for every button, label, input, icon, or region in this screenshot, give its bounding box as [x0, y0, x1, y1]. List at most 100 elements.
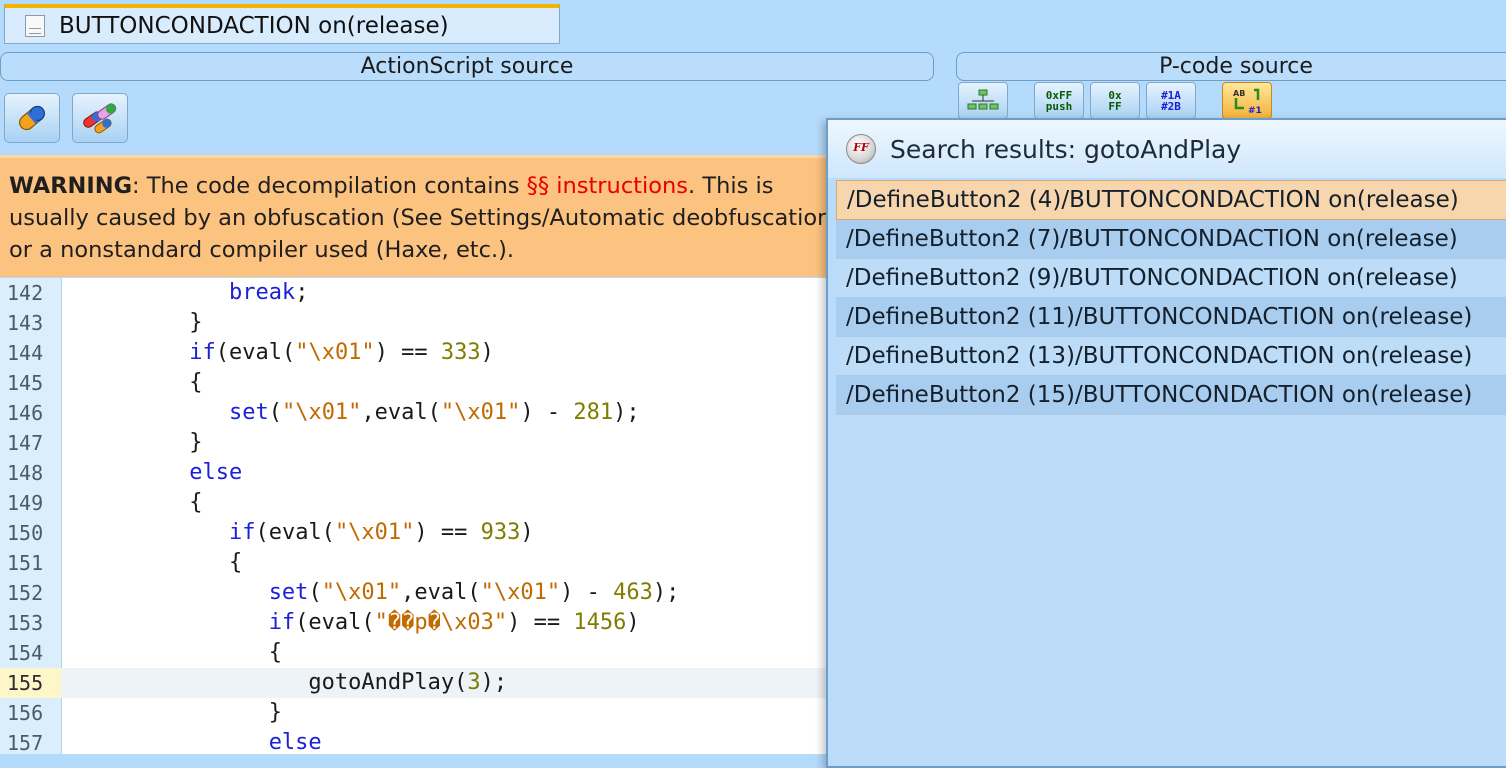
- line-number: 145: [7, 371, 44, 395]
- line-number: 142: [7, 281, 44, 305]
- line-number: 147: [7, 431, 44, 455]
- search-results-panel[interactable]: FF Search results: gotoAndPlay /DefineBu…: [826, 118, 1506, 768]
- code-token: );: [652, 580, 680, 605]
- code-line[interactable]: 147 }: [0, 428, 830, 458]
- code-token: if: [268, 610, 296, 635]
- code-token: "\x01": [281, 400, 362, 425]
- line-number: 153: [7, 611, 44, 635]
- line-number: 157: [7, 731, 44, 754]
- search-results-list[interactable]: /DefineButton2 (4)/BUTTONCONDACTION on(r…: [836, 180, 1506, 766]
- ffdec-logo-icon: FF: [846, 134, 876, 164]
- code-token: "\x01": [321, 580, 402, 605]
- code-line[interactable]: 148 else: [0, 458, 830, 488]
- code-line[interactable]: 150 if(eval("\x01") == 933): [0, 518, 830, 548]
- code-text: if(eval("��p�\x03") == 1456): [70, 608, 640, 638]
- code-token: 281: [573, 400, 614, 425]
- code-token: 333: [440, 340, 481, 365]
- code-text: }: [70, 308, 202, 338]
- code-line[interactable]: 154 {: [0, 638, 830, 668]
- hex-icon: 0x FF: [1108, 88, 1122, 113]
- code-line[interactable]: 155 gotoAndPlay(3);: [0, 668, 830, 698]
- code-token: "\x01": [295, 340, 375, 365]
- line-number: 151: [7, 551, 44, 575]
- code-text: else: [70, 458, 242, 488]
- line-number: 144: [7, 341, 44, 365]
- search-result-item[interactable]: /DefineButton2 (7)/BUTTONCONDACTION on(r…: [836, 220, 1506, 259]
- code-line[interactable]: 142 break;: [0, 278, 830, 308]
- push-hex-button[interactable]: 0xFF push: [1034, 82, 1084, 119]
- code-token: "��p�\x03": [374, 610, 508, 635]
- code-token: }: [189, 310, 203, 335]
- search-results-titlebar[interactable]: FF Search results: gotoAndPlay: [828, 120, 1506, 178]
- constants-button[interactable]: #1A #2B: [1146, 82, 1196, 119]
- document-tab[interactable]: BUTTONCONDACTION on(release): [4, 4, 560, 44]
- actionscript-source-header: ActionScript source: [0, 52, 934, 81]
- code-text: {: [70, 638, 282, 668]
- deobfuscation-options-button[interactable]: [72, 93, 128, 143]
- actionscript-editor[interactable]: 142 break; 143 } 144 if(eval("\x01") == 33…: [0, 278, 830, 754]
- code-token: ) -: [520, 400, 574, 425]
- code-line[interactable]: 146 set("\x01",eval("\x01") - 281);: [0, 398, 830, 428]
- resolve-constants-button[interactable]: AB #1: [1222, 82, 1272, 119]
- graph-button[interactable]: [958, 82, 1008, 119]
- code-text: {: [70, 548, 242, 578]
- code-token: 933: [480, 520, 521, 545]
- code-token: {: [228, 550, 243, 575]
- code-text: if(eval("\x01") == 933): [70, 518, 534, 548]
- hex-button[interactable]: 0x FF: [1090, 82, 1140, 119]
- search-result-item[interactable]: /DefineButton2 (11)/BUTTONCONDACTION on(…: [836, 298, 1506, 337]
- code-token: else: [189, 460, 243, 485]
- code-token: 463: [613, 580, 653, 605]
- svg-text:#1: #1: [1248, 106, 1262, 116]
- code-token: ;: [295, 280, 309, 305]
- code-token: (: [308, 580, 322, 605]
- code-token: else: [268, 730, 322, 754]
- search-result-item[interactable]: /DefineButton2 (15)/BUTTONCONDACTION on(…: [836, 376, 1506, 415]
- svg-text:AB: AB: [1233, 89, 1245, 98]
- warning-highlight: §§ instructions: [526, 173, 689, 199]
- code-text: {: [70, 368, 202, 398]
- code-line[interactable]: 156 }: [0, 698, 830, 728]
- code-token: (eval(: [215, 340, 296, 365]
- code-line[interactable]: 144 if(eval("\x01") == 333): [0, 338, 830, 368]
- pcode-source-header: P-code source: [956, 52, 1506, 81]
- code-line[interactable]: 152 set("\x01",eval("\x01") - 463);: [0, 578, 830, 608]
- code-line[interactable]: 145 {: [0, 368, 830, 398]
- code-line[interactable]: 143 }: [0, 308, 830, 338]
- code-token: {: [268, 640, 282, 665]
- code-line[interactable]: 149 {: [0, 488, 830, 518]
- search-result-item[interactable]: /DefineButton2 (9)/BUTTONCONDACTION on(r…: [836, 259, 1506, 298]
- code-token: ): [480, 340, 494, 365]
- code-text: {: [70, 488, 202, 518]
- code-token: }: [268, 700, 282, 725]
- deobfuscate-button[interactable]: [4, 93, 60, 143]
- code-token: 1456: [573, 610, 627, 635]
- code-text: else: [70, 728, 322, 754]
- code-token: );: [613, 400, 640, 425]
- code-line[interactable]: 157 else: [0, 728, 830, 754]
- code-text: set("\x01",eval("\x01") - 281);: [70, 398, 640, 428]
- code-line[interactable]: 151 {: [0, 548, 830, 578]
- code-text: break;: [70, 278, 308, 308]
- warning-text-1: : The code decompilation contains: [132, 173, 527, 199]
- search-results-title: Search results: gotoAndPlay: [890, 134, 1242, 164]
- search-result-item[interactable]: /DefineButton2 (13)/BUTTONCONDACTION on(…: [836, 337, 1506, 376]
- search-result-item[interactable]: /DefineButton2 (4)/BUTTONCONDACTION on(r…: [836, 180, 1506, 220]
- line-number: 148: [7, 461, 44, 485]
- tab-title: BUTTONCONDACTION on(release): [59, 12, 449, 39]
- code-text: set("\x01",eval("\x01") - 463);: [70, 578, 680, 608]
- code-line[interactable]: 153 if(eval("��p�\x03") == 1456): [0, 608, 830, 638]
- code-token: ): [520, 520, 534, 545]
- pills-icon: [83, 103, 117, 134]
- code-text: }: [70, 428, 202, 458]
- pill-icon: [19, 105, 45, 131]
